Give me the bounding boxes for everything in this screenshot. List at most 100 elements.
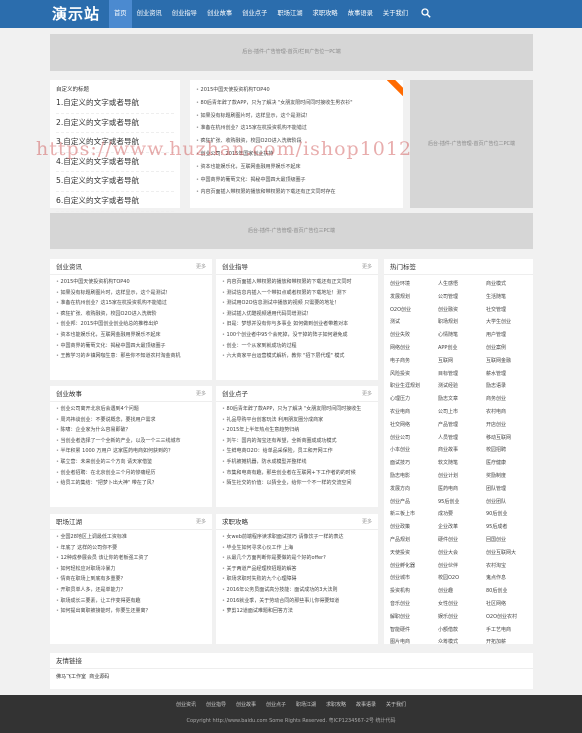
tag-link[interactable]: 人生感悟 (438, 278, 486, 291)
nav-about[interactable]: 关于我们 (378, 0, 413, 28)
headline-item[interactable]: 内容页面插入带权限的播放和带权限的下载还有正文同时存在 (196, 186, 397, 199)
tag-link[interactable]: 创业团队 (486, 496, 534, 509)
tag-link[interactable]: 互联网 (438, 355, 486, 368)
custom-nav-item[interactable]: 5.自定义的文字或者导航 (56, 172, 174, 192)
footer-link[interactable]: 故事语录 (356, 702, 376, 708)
list-item[interactable]: 疯狂扩张、收购融资，校园O2O进入洗牌阶 (56, 309, 206, 320)
tag-link[interactable]: 移动互联网 (486, 432, 534, 445)
tag-link[interactable]: 薪水管理 (486, 368, 534, 381)
tag-link[interactable]: 发展方向 (390, 483, 438, 496)
list-item[interactable]: 半年积累 1000 万用户 这家医药电商如何获到的？ (56, 446, 206, 457)
tag-link[interactable]: 解职创业 (390, 611, 438, 624)
list-item[interactable]: 2016就业季，关于劳动合同的那些事儿你得要知道 (222, 596, 372, 607)
tag-link[interactable]: 众筹模式 (438, 636, 486, 649)
list-item[interactable]: 刘午：国内的淘宝还有希望，全新商圈成成功模式 (222, 436, 372, 447)
footer-link[interactable]: 创业资讯 (176, 702, 196, 708)
side-ad-banner[interactable]: 后台-插件-广告管理-首页广告位二PC端 (410, 80, 533, 208)
tag-link[interactable]: 创业孵化器 (390, 560, 438, 573)
tag-link[interactable]: 手工艺电商 (486, 624, 534, 637)
tag-link[interactable]: 创业城市 (390, 572, 438, 585)
tag-link[interactable]: 创业公司 (390, 432, 438, 445)
tag-link[interactable]: 创业互联网大 (486, 547, 534, 560)
nav-job-hunting[interactable]: 求职攻略 (308, 0, 343, 28)
more-link[interactable]: 更多 (362, 259, 372, 275)
list-item[interactable]: 生鲜电商O2O：给单品采保险，员工和开网工作 (222, 446, 372, 457)
more-link[interactable]: 更多 (196, 514, 206, 530)
list-item[interactable]: 创业者招聘：在北京创业三个月的惨痛经历 (56, 468, 206, 479)
site-logo[interactable]: 演示站 (52, 3, 100, 24)
list-item[interactable]: 手机被摊机器，防水成模型并整样线 (222, 457, 372, 468)
list-item[interactable]: 职场求职时失败的九个心理障碍 (222, 574, 372, 585)
list-item[interactable]: 萝剪12道面试难题和回答方法 (222, 606, 372, 617)
custom-nav-item[interactable]: 1.自定义的文字或者导航 (56, 94, 174, 114)
list-item[interactable]: 测试信息内插入一个带扣点或者权限的下载地址！测下 (222, 288, 372, 299)
tag-link[interactable]: 团队管理 (486, 483, 534, 496)
list-item[interactable]: 给员工的集结："把梦卜出大神" 带在了风？ (56, 478, 206, 489)
list-item[interactable]: 女web前端程序读求职面试技巧 请像饮子一样的表达 (222, 532, 372, 543)
tag-link[interactable]: 社区网络 (486, 598, 534, 611)
tag-link[interactable]: 风险投资 (390, 368, 438, 381)
middle-ad-banner[interactable]: 后台-插件-广告管理-首页广告位三PC端 (50, 213, 533, 249)
tag-link[interactable]: 产品规划 (390, 534, 438, 547)
tag-link[interactable]: 天使投资 (390, 547, 438, 560)
tag-link[interactable]: 开店创业 (486, 419, 534, 432)
list-item[interactable]: 如何提出离职被接能时，你要生还量离？ (56, 606, 206, 617)
nav-home[interactable]: 首页 (109, 0, 132, 28)
list-item[interactable]: 资本也能娱乐化，互联网金融用界娱乐不起床 (56, 330, 206, 341)
tag-link[interactable]: 生活随笔 (486, 291, 534, 304)
tag-link[interactable]: 投资机构 (390, 585, 438, 598)
tag-link[interactable]: 软文随笔 (438, 457, 486, 470)
list-item[interactable]: 内容页面插入带权限的播放和带权限的下载还有正文同时 (222, 277, 372, 288)
footer-link[interactable]: 创业点子 (266, 702, 286, 708)
tag-link[interactable]: 90后创业 (486, 508, 534, 521)
tag-link[interactable]: 硬件创业 (438, 534, 486, 547)
tag-link[interactable]: 目标管理 (438, 368, 486, 381)
tag-link[interactable]: 智能硬件 (390, 624, 438, 637)
section-title[interactable]: 求职攻略 (222, 518, 248, 526)
footer-link[interactable]: 创业故事 (236, 702, 256, 708)
headline-item[interactable]: 如果没有标题刷图片时，这样显示，这个是测试！ (196, 110, 397, 123)
tag-link[interactable]: 产品管理 (438, 419, 486, 432)
list-item[interactable]: 情商在职场上到底有多重要？ (56, 574, 206, 585)
tag-link[interactable]: 小额借款 (438, 624, 486, 637)
tag-link[interactable]: 发展规划 (390, 291, 438, 304)
nav-startup-guide[interactable]: 创业指导 (167, 0, 202, 28)
list-item[interactable]: 王教学习的乡镇网咖生意：那些你不知道农村淘金商机 (56, 351, 206, 362)
section-title[interactable]: 创业故事 (56, 390, 82, 398)
custom-nav-item[interactable]: 2.自定义的文字或者导航 (56, 114, 174, 134)
tag-link[interactable]: 商业模式 (486, 278, 534, 291)
nav-workplace[interactable]: 职场江湖 (272, 0, 307, 28)
headline-item[interactable]: 资本也能娱乐化，互联网金融用界娱乐不起床 (196, 161, 397, 174)
section-title[interactable]: 职场江湖 (56, 518, 82, 526)
tag-link[interactable]: 95后成者 (486, 521, 534, 534)
tag-link[interactable]: 新三板上市 (390, 508, 438, 521)
tag-link[interactable]: 医药电商 (438, 483, 486, 496)
tag-link[interactable]: 心情随笔 (438, 329, 486, 342)
tag-link[interactable]: 人员管理 (438, 432, 486, 445)
tag-link[interactable]: 创业政策 (390, 521, 438, 534)
list-item[interactable]: 陈啸：企业家为什么容易即破？ (56, 425, 206, 436)
headline-item[interactable]: 中国商界的葡萄文化：揭秘中国四大最顶级圈子 (196, 174, 397, 187)
list-item[interactable]: 毕业生如何寻求心仪工作 上海 (222, 543, 372, 554)
tag-link[interactable]: 职场规划 (438, 316, 486, 329)
list-item[interactable]: 联立营：未来创业的三个方向 请天家借鉴 (56, 457, 206, 468)
list-item[interactable]: 开职员单人多，还是单能力？ (56, 585, 206, 596)
custom-nav-item[interactable]: 6.自定义的文字或者导航 (56, 192, 174, 212)
list-item[interactable]: 礼品导购平台创客玩法 利用朋友圈分成商家 (222, 415, 372, 426)
tag-link[interactable]: 用户管理 (486, 329, 534, 342)
tag-link[interactable]: 回国创业 (486, 534, 534, 547)
footer-link[interactable]: 创业指导 (206, 702, 226, 708)
tag-link[interactable]: 社交管理 (486, 304, 534, 317)
tag-link[interactable]: 开拓加薪 (486, 636, 534, 649)
list-item[interactable]: 市集和电商有趣，那些创业者在互联网+下工作者的的时候 (222, 468, 372, 479)
list-item[interactable]: 创业：一个从家到就成功的过程 (222, 341, 372, 352)
list-item[interactable]: 六大商家平台运营模式解析，教你 "招下层代理" 模式 (222, 351, 372, 362)
tag-link[interactable]: 公司上市 (438, 406, 486, 419)
tag-link[interactable]: 社交网络 (390, 419, 438, 432)
list-item[interactable]: 中国商界的葡萄文化：揭秘中国四大最顶级圈子 (56, 341, 206, 352)
tag-link[interactable]: 校园O2O (438, 572, 486, 585)
tag-link[interactable]: 创业失败 (390, 329, 438, 342)
footer-link[interactable]: 职场江湖 (296, 702, 316, 708)
nav-startup-stories[interactable]: 创业故事 (202, 0, 237, 28)
tag-link[interactable]: 校园招聘 (486, 444, 534, 457)
